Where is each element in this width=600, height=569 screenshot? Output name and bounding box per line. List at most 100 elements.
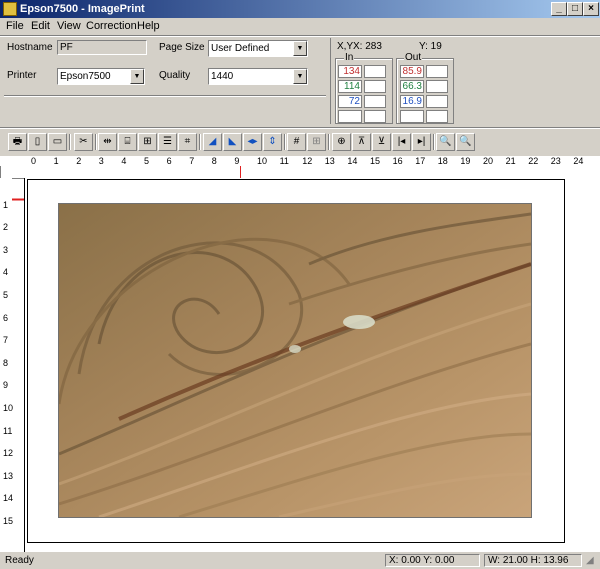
out-green-extra [426,80,448,93]
status-coordinates: X: 0.00 Y: 0.00 [385,554,480,567]
hruler-label: 24 [573,156,584,166]
menu-edit[interactable]: Edit [31,20,50,33]
photo-image [59,204,531,517]
rotate-left-icon[interactable]: ◢ [203,133,222,151]
crop-marks-icon[interactable]: ⌗ [178,133,197,151]
app-icon [3,2,17,16]
vruler-label: 15 [3,516,14,526]
menu-divider-highlight [0,36,600,37]
toolbar-separator [284,134,286,150]
out-blue-value: 16.9 [400,95,424,108]
menu-correction[interactable]: Correction [86,20,137,33]
tile-icon[interactable]: ⊞ [307,133,326,151]
page-size-select[interactable]: User Defined ▼ [208,40,308,57]
hruler-label: 19 [460,156,471,166]
new-page-icon[interactable]: ▯ [28,133,47,151]
hruler-label: 9 [234,156,240,166]
toolbar-divider-highlight [0,128,600,129]
grid-layout-icon[interactable]: ⊞ [138,133,157,151]
printer-select[interactable]: Epson7500 ▼ [57,68,145,85]
hruler-label: 22 [528,156,539,166]
zoom-out-icon[interactable]: 🔍 [436,133,455,151]
menu-help[interactable]: Help [137,20,160,33]
chevron-down-icon: ▼ [293,69,307,84]
printer-icon[interactable]: 🖶 [8,133,27,151]
menu-bar: File Edit View Correction Help [0,18,600,35]
page-size-value: User Defined [211,43,270,54]
out-extra-value [400,110,424,123]
xy-label: X,Y [337,41,354,52]
align-left-icon[interactable]: |◂ [392,133,411,151]
toolbar-separator [433,134,435,150]
maximize-button[interactable]: □ [567,2,583,16]
in-extra-value [338,110,362,123]
status-dimensions: W: 21.00 H: 13.96 [484,554,582,567]
vruler-label: 7 [3,335,9,346]
placed-photo[interactable] [58,203,532,518]
hruler-label: 14 [347,156,358,166]
distribute-icon[interactable]: ☰ [158,133,177,151]
in-blue-value: 72 [338,95,362,108]
hruler-label: 4 [121,156,127,166]
in-label: In [344,52,355,63]
hruler-label: 16 [392,156,403,166]
hruler-label: 7 [189,156,195,166]
align-bottom-icon[interactable]: ⊻ [372,133,391,151]
hruler-label: 6 [166,156,172,166]
out-blue-extra [426,95,448,108]
close-button[interactable]: × [583,2,599,16]
rotate-right-icon[interactable]: ◣ [223,133,242,151]
open-folder-icon[interactable]: ▭ [48,133,67,151]
vruler-label: 1 [3,199,9,210]
hruler-label: 18 [437,156,448,166]
vruler-label: 11 [3,425,13,436]
chevron-down-icon: ▼ [130,69,144,84]
vertical-ruler: 1 2 3 4 5 6 7 8 9 10 11 12 13 14 15 [0,178,25,552]
vruler-label: 9 [3,380,9,391]
out-red-extra [426,65,448,78]
align-icon[interactable]: ⌸ [118,133,137,151]
toolbar-separator [95,134,97,150]
hruler-label: 10 [257,156,268,166]
zoom-in-icon[interactable]: 🔍 [456,133,475,151]
vruler-label: 3 [3,244,9,255]
center-target-icon[interactable]: ⊕ [332,133,351,151]
in-green-value: 114 [338,80,362,93]
out-label: Out [404,52,423,63]
vruler-label: 12 [3,448,14,459]
in-blue-extra [364,95,386,108]
hruler-label: 20 [483,156,494,166]
out-red-value: 85.9 [400,65,424,78]
hruler-label: 23 [550,156,561,166]
vruler-label: 2 [3,222,9,233]
vruler-label: 10 [3,403,14,413]
in-green-extra [364,80,386,93]
flip-vertical-icon[interactable]: ⇕ [263,133,282,151]
status-bar: Ready X: 0.00 Y: 0.00 W: 21.00 H: 13.96 … [0,552,600,569]
menu-file[interactable]: File [6,20,24,33]
vruler-label: 8 [3,357,9,368]
align-right-icon[interactable]: ▸| [412,133,431,151]
resize-grip-icon[interactable]: ◢ [586,555,594,566]
grid-icon[interactable]: # [287,133,306,151]
form-divider-highlight [4,96,326,97]
in-red-extra [364,65,386,78]
vruler-label: 6 [3,312,9,323]
hruler-label: 8 [211,156,217,166]
flip-horizontal-icon[interactable]: ◂▸ [243,133,262,151]
scissors-icon[interactable]: ✂ [74,133,93,151]
align-top-icon[interactable]: ⊼ [352,133,371,151]
arrange-icon[interactable]: ⇹ [98,133,117,151]
menu-view[interactable]: View [57,20,81,33]
printer-label: Printer [7,70,37,81]
hruler-label: 0 [31,156,37,166]
minimize-button[interactable]: _ [551,2,567,16]
vruler-label: 14 [3,493,14,504]
quality-select[interactable]: 1440 ▼ [208,68,308,85]
hruler-label: 12 [302,156,313,166]
out-extra-2 [426,110,448,123]
in-red-value: 134 [338,65,362,78]
hruler-label: 17 [415,156,426,166]
hostname-label: Hostname [7,42,53,53]
hruler-label: 21 [505,156,516,166]
